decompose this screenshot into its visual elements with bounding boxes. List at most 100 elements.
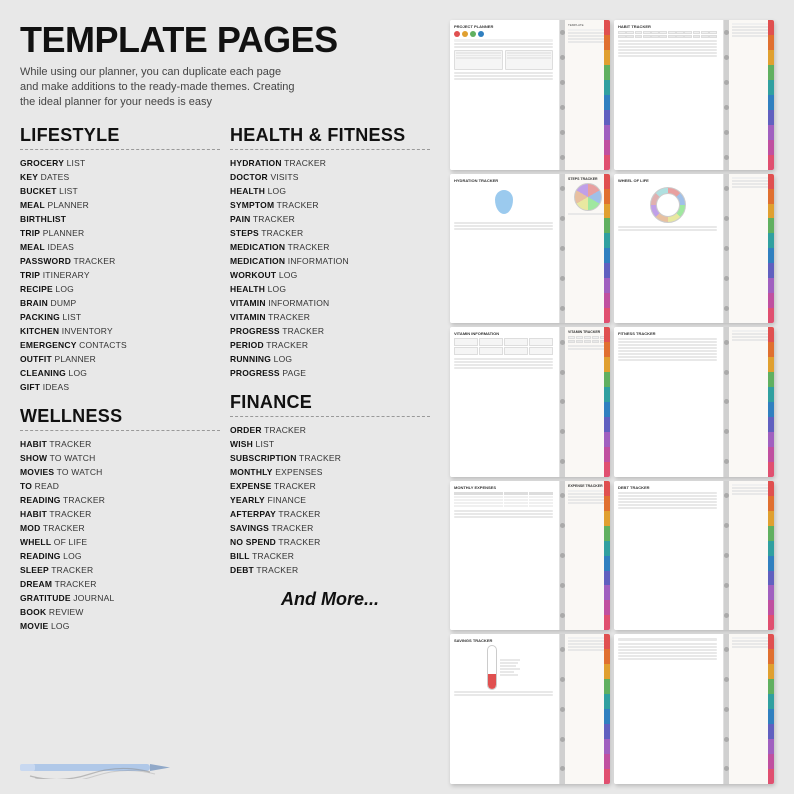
right-page-10 [729,634,774,784]
left-page-7: MONTHLY EXPENSES [450,481,560,631]
hcell-18 [659,35,667,38]
ct8-6 [768,556,774,571]
vtg-8 [584,340,591,343]
ct9-1 [604,634,610,649]
ct7-7 [604,571,610,586]
h-line-5 [618,52,717,54]
v5-line-4 [454,367,553,369]
ct9-3 [604,664,610,679]
list-item: DREAM TRACKER [20,577,220,591]
ct4-6 [768,248,774,263]
ct8-4 [768,526,774,541]
lifestyle-items: GROCERY LIST KEY DATES BUCKET LIST MEAL … [20,156,220,394]
rp7-line-3 [568,496,607,498]
hcell-15 [635,35,643,38]
r-line-5 [568,41,607,43]
rp9-line-5 [568,649,607,651]
ct3-3 [604,204,610,219]
line-6 [454,78,553,80]
thumbnail-row-3: VITAMIN INFORMATION [450,327,774,477]
ct5-4 [604,372,610,387]
h3-line-1 [454,222,553,224]
v5-line-1 [454,358,553,360]
right-panel: PROJECT PLANNER [450,20,774,784]
planner-book-3: HYDRATION TRACKER ST [450,174,610,324]
list-item: READING LOG [20,549,220,563]
rp4-line-4 [732,186,771,188]
list-item: HABIT TRACKER [20,437,220,451]
health-items: HYDRATION TRACKER DOCTOR VISITS HEALTH L… [230,156,430,380]
thermo-labels [500,659,520,676]
rp7-line-5 [568,502,607,504]
list-item: READING TRACKER [20,493,220,507]
ct2-yellow [768,50,774,65]
thermo-container [454,645,553,690]
list-item: PROGRESS PAGE [230,366,430,380]
list-item: YEARLY FINANCE [230,493,430,507]
color-tabs-4 [768,174,774,324]
left-page-4: WHEEL OF LIFE [614,174,724,324]
left-page-3: HYDRATION TRACKER [450,174,560,324]
ct10-2 [768,649,774,664]
icon-3 [470,31,476,37]
grid-cell-2 [505,50,554,70]
list-item: MOVIES TO WATCH [20,465,220,479]
right-page-8 [729,481,774,631]
ct8-7 [768,571,774,586]
right-page-9 [565,634,610,784]
grid-1 [454,50,553,70]
vg-2 [479,338,503,346]
list-item: NO SPEND TRACKER [230,535,430,549]
rp6-line-3 [732,336,771,338]
expense-row-4 [454,505,553,508]
ct6-4 [768,372,774,387]
list-item: PROGRESS TRACKER [230,324,430,338]
list-item: PERIOD TRACKER [230,338,430,352]
ct9-6 [604,709,610,724]
hcell-21 [684,35,692,38]
r-line-4 [568,38,607,40]
list-item: MEDICATION TRACKER [230,240,430,254]
ct8-9 [768,600,774,615]
ct3-4 [604,218,610,233]
t9-line-2 [454,694,553,696]
planner-book-9: SAVINGS TRACKER [450,634,610,784]
hcell-24 [709,35,717,38]
list-item: PASSWORD TRACKER [20,254,220,268]
left-page-6: FITNESS TRACKER [614,327,724,477]
rp5-line-2 [568,348,607,350]
ct8-2 [768,496,774,511]
ct3-5 [604,233,610,248]
vg-6 [479,347,503,355]
ct2-indigo [768,110,774,125]
ct7-2 [604,496,610,511]
rp8-line-4 [732,493,771,495]
rp8-line-2 [732,487,771,489]
color-tabs-2 [768,20,774,170]
vt-mini-grid [568,336,607,343]
rp4-line-2 [732,180,771,182]
color-tabs-5 [604,327,610,477]
ct4-8 [768,278,774,293]
vg-7 [504,347,528,355]
header: TEMPLATE PAGES While using our planner, … [20,20,440,111]
list-item: HYDRATION TRACKER [230,156,430,170]
wheel-container [618,185,717,225]
ct8-3 [768,511,774,526]
ct5-3 [604,357,610,372]
tab-yellow [604,50,610,65]
line-5 [454,75,553,77]
ct4-5 [768,233,774,248]
list-item: KEY DATES [20,170,220,184]
list-item: WHELL OF LIFE [20,535,220,549]
hcell-13 [618,35,626,38]
planner-book-4: WHEEL OF LIFE [614,174,774,324]
list-item: DOCTOR VISITS [230,170,430,184]
page-label-9: SAVINGS TRACKER [454,638,553,643]
droplet-container [454,185,553,220]
r-line-1 [568,29,607,31]
list-item: TRIP PLANNER [20,226,220,240]
color-tabs-3 [604,174,610,324]
icon-1 [454,31,460,37]
ct9-10 [604,769,610,784]
